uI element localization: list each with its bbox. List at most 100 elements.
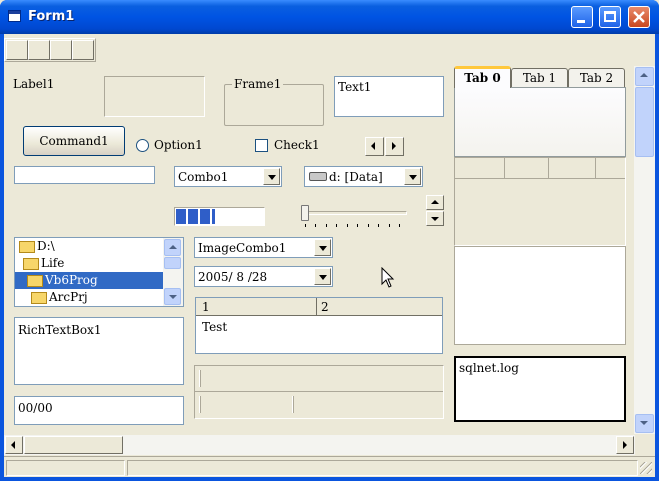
grid-cell[interactable]: Test (202, 320, 227, 334)
scroll-thumb[interactable] (24, 436, 123, 454)
directory-list[interactable]: D:\ Life Vb6Prog ArcPrj (14, 237, 184, 307)
tab-panel (454, 87, 626, 157)
command1-label: Command1 (39, 134, 109, 148)
list-item[interactable]: ArcPrj (31, 289, 88, 306)
text1-input[interactable]: Text1 (334, 76, 444, 117)
list-item[interactable]: sqlnet.log (459, 361, 519, 375)
chevron-down-icon[interactable] (314, 268, 331, 285)
folder-open-icon (23, 257, 39, 270)
grid-header-row: 1 2 (196, 298, 442, 316)
text1-value: Text1 (338, 80, 372, 94)
updown-right-button[interactable] (385, 137, 404, 156)
tab-0[interactable]: Tab 0 (454, 66, 511, 88)
imagecombo1[interactable]: ImageCombo1 (194, 237, 333, 258)
date-picker[interactable]: 2005/ 8 /28 (194, 266, 333, 287)
band-gripper[interactable] (199, 370, 201, 387)
status-bar (4, 456, 655, 477)
updown-left-button[interactable] (365, 137, 384, 156)
window-title: Form1 (28, 9, 75, 24)
date-value: 2005/ 8 /28 (198, 270, 268, 284)
maximize-button[interactable] (599, 6, 621, 28)
close-icon (633, 11, 645, 23)
chevron-down-icon[interactable] (263, 168, 280, 185)
combo1[interactable]: Combo1 (174, 166, 282, 187)
tab-2[interactable]: Tab 2 (568, 68, 625, 88)
panel-bar (454, 157, 626, 246)
check1-checkbox[interactable] (255, 139, 268, 152)
scroll-down-button[interactable] (164, 288, 181, 305)
command1-button[interactable]: Command1 (23, 126, 125, 156)
size-grip[interactable] (640, 462, 652, 474)
tab-1[interactable]: Tab 1 (511, 68, 568, 88)
form-vertical-scrollbar[interactable] (634, 66, 655, 434)
directory-scrollbar[interactable] (163, 238, 183, 306)
grid-header-cell[interactable]: 1 (196, 298, 317, 316)
frame1-caption: Frame1 (232, 77, 284, 91)
grid-header-label: 1 (202, 300, 210, 314)
scroll-up-button[interactable] (635, 67, 654, 86)
scroll-thumb[interactable] (635, 87, 654, 157)
list-item[interactable]: Life (23, 255, 64, 272)
drive-icon (309, 172, 327, 181)
grid-header-label: 2 (321, 300, 329, 314)
form-icon (8, 10, 21, 22)
coolbar-band (195, 393, 443, 418)
richtextbox1[interactable]: RichTextBox1 (14, 317, 184, 385)
band-gripper[interactable] (292, 396, 294, 413)
richtextbox1-value: RichTextBox1 (18, 323, 102, 337)
tab-strip: Tab 0 Tab 1 Tab 2 (454, 66, 626, 157)
updown-down-button[interactable] (426, 211, 444, 226)
list-item-selected[interactable]: Vb6Prog (15, 272, 163, 289)
coolbar-band (195, 366, 443, 392)
close-button[interactable] (628, 6, 650, 28)
scroll-up-button[interactable] (164, 239, 181, 256)
band-gripper[interactable] (199, 396, 201, 413)
picture-box[interactable] (104, 76, 205, 117)
scroll-thumb[interactable] (164, 257, 181, 269)
form-horizontal-scrollbar[interactable] (4, 435, 635, 455)
drive-value: d: [Data] (329, 170, 383, 184)
panel-divider (455, 158, 625, 179)
folder-open-icon (27, 274, 43, 287)
masked-edit[interactable]: 00/00 (14, 396, 184, 425)
minimize-icon (577, 20, 585, 23)
down-arrow-icon (431, 217, 439, 221)
text-input[interactable] (14, 166, 155, 184)
maximize-icon (604, 11, 616, 22)
chevron-down-icon[interactable] (404, 168, 421, 185)
grid-header-cell[interactable]: 2 (317, 298, 442, 316)
slider[interactable] (298, 200, 413, 230)
arrow-cursor-icon (381, 267, 395, 288)
combo1-value: Combo1 (178, 170, 229, 184)
list-item-label: ArcPrj (49, 290, 88, 304)
scroll-right-button[interactable] (616, 436, 634, 454)
minimize-button[interactable] (571, 6, 593, 28)
folder-open-icon (19, 240, 35, 253)
label1: Label1 (13, 77, 55, 91)
status-panel (6, 460, 125, 476)
scroll-left-button[interactable] (5, 436, 23, 454)
toolbar-button[interactable] (6, 40, 28, 60)
flex-grid[interactable]: 1 2 Test (195, 297, 443, 354)
list-item-label: Life (41, 256, 65, 270)
up-arrow-icon (431, 200, 439, 204)
status-panel (127, 460, 638, 476)
list-item-label: D:\ (37, 239, 55, 253)
check1-label: Check1 (274, 138, 320, 152)
slider-thumb[interactable] (301, 205, 309, 221)
folder-closed-icon (31, 291, 47, 304)
list-item-label: Vb6Prog (45, 273, 98, 287)
option1-radio[interactable] (136, 139, 149, 152)
list-item[interactable]: D:\ (19, 238, 55, 255)
scroll-down-button[interactable] (635, 414, 654, 433)
title-bar[interactable]: Form1 (0, 0, 659, 34)
toolbar-button[interactable] (72, 40, 94, 60)
chevron-down-icon[interactable] (314, 239, 331, 256)
image-box (454, 246, 626, 345)
drive-list[interactable]: d: [Data] (304, 166, 423, 187)
toolbar-button[interactable] (50, 40, 72, 60)
toolbar-button[interactable] (28, 40, 50, 60)
slider-track (302, 211, 407, 215)
file-list[interactable]: sqlnet.log (454, 356, 626, 422)
updown-up-button[interactable] (426, 195, 444, 210)
